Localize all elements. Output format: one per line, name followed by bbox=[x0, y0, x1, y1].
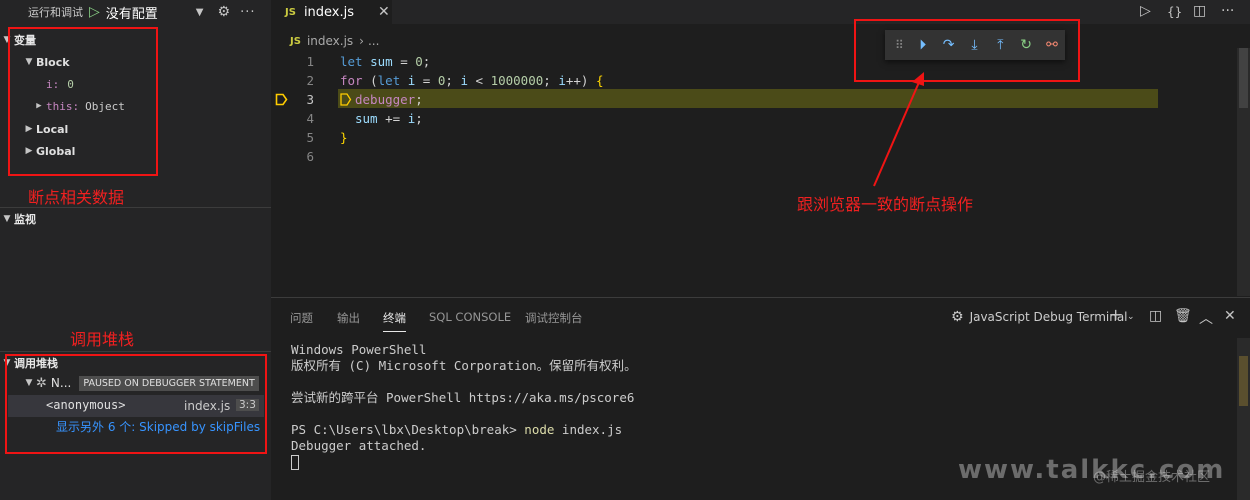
gear-icon[interactable]: ⚙ bbox=[218, 4, 231, 20]
more-icon[interactable]: ··· bbox=[1221, 3, 1234, 19]
inline-breakpoint-icon bbox=[340, 93, 352, 106]
braces-icon[interactable]: {} bbox=[1167, 5, 1182, 19]
tab-sql-console[interactable]: SQL CONSOLE bbox=[429, 310, 511, 324]
scrollbar-thumb[interactable] bbox=[1239, 48, 1248, 108]
tab-output[interactable]: 输出 bbox=[337, 310, 360, 326]
terminal-name: JavaScript Debug Terminal bbox=[969, 310, 1128, 324]
terminal-line: 版权所有 (C) Microsoft Corporation。保留所有权利。 bbox=[291, 358, 637, 373]
tab-label: index.js bbox=[303, 4, 355, 20]
terminal-cursor bbox=[291, 455, 299, 470]
debug-terminal-icon: ⚙ bbox=[951, 309, 964, 325]
tab-index-js[interactable]: JS index.js ✕ bbox=[271, 0, 392, 24]
terminal-line: 尝试新的跨平台 PowerShell https://aka.ms/pscore… bbox=[291, 390, 635, 405]
debug-sidebar: 运行和调试 ▷ 没有配置 ▼ ⚙ ··· ▼ 变量 ▼ Block i: 0 ▶… bbox=[0, 0, 271, 500]
start-debug-icon[interactable]: ▷ bbox=[89, 4, 100, 20]
run-icon[interactable]: ▷ bbox=[1140, 3, 1151, 19]
terminal-cursor-line bbox=[291, 454, 637, 470]
tab-terminal[interactable]: 终端 bbox=[383, 310, 406, 332]
editor-scrollbar[interactable] bbox=[1237, 48, 1250, 296]
plus-icon[interactable]: + bbox=[1109, 305, 1122, 324]
js-file-icon: JS bbox=[290, 35, 301, 47]
breadcrumb-more[interactable]: ... bbox=[368, 34, 379, 48]
code-line-5[interactable]: 5 } bbox=[271, 128, 1171, 147]
terminal-command-line: PS C:\Users\lbx\Desktop\break> node inde… bbox=[291, 422, 623, 437]
js-file-icon: JS bbox=[285, 6, 296, 18]
breadcrumb-file[interactable]: index.js bbox=[307, 34, 353, 48]
annotation-box-variables bbox=[8, 27, 158, 176]
config-select[interactable]: 没有配置 bbox=[106, 3, 158, 22]
chevron-down-icon[interactable]: ⌄ bbox=[1127, 312, 1135, 322]
annotation-callstack: 调用堆栈 bbox=[70, 330, 135, 349]
code-line-3[interactable]: 3 debugger; bbox=[271, 90, 1171, 109]
close-icon[interactable]: ✕ bbox=[378, 4, 390, 20]
close-icon[interactable]: ✕ bbox=[1224, 308, 1236, 324]
panel-tab-bar: 问题 输出 终端 SQL CONSOLE 调试控制台 ⚙ JavaScript … bbox=[271, 298, 1250, 336]
annotation-arrow bbox=[873, 72, 924, 187]
watch-heading: 监视 bbox=[14, 213, 36, 226]
run-debug-title: 运行和调试 bbox=[28, 6, 83, 19]
annotation-box-callstack bbox=[5, 354, 267, 454]
terminal-scrollbar[interactable] bbox=[1237, 338, 1250, 500]
breadcrumb-separator-icon: › bbox=[359, 34, 364, 48]
watermark-author: @稀土掘金技术社区 bbox=[1093, 470, 1211, 485]
terminal-line: Windows PowerShell bbox=[291, 342, 427, 357]
debug-header: 运行和调试 ▷ 没有配置 ▼ ⚙ ··· bbox=[0, 0, 271, 24]
split-terminal-icon[interactable]: ◫ bbox=[1149, 308, 1162, 324]
chevron-down-icon[interactable]: ▼ bbox=[196, 7, 204, 18]
annotation-variables: 断点相关数据 bbox=[28, 188, 125, 207]
breakpoint-paused-icon[interactable] bbox=[275, 93, 288, 106]
tab-debug-console[interactable]: 调试控制台 bbox=[525, 310, 583, 326]
chevron-down-icon: ▼ bbox=[3, 214, 11, 224]
more-icon[interactable]: ··· bbox=[240, 5, 255, 20]
code-line-6[interactable]: 6 bbox=[271, 147, 1171, 166]
terminal-output[interactable]: Windows PowerShell 版权所有 (C) Microsoft Co… bbox=[291, 342, 637, 470]
code-line-4[interactable]: 4 sum += i; bbox=[271, 109, 1171, 128]
editor-tab-bar: JS index.js ✕ ▷ {} ◫ ··· bbox=[271, 0, 1250, 24]
terminal-line: Debugger attached. bbox=[291, 438, 427, 453]
annotation-toolbar: 跟浏览器一致的断点操作 bbox=[797, 195, 974, 214]
watch-section-header[interactable]: ▼ 监视 bbox=[0, 208, 271, 230]
maximize-icon[interactable]: ︿ bbox=[1199, 308, 1213, 328]
terminal-selector[interactable]: ⚙ JavaScript Debug Terminal bbox=[951, 309, 1128, 325]
breadcrumb: JS index.js › ... bbox=[290, 32, 379, 50]
scrollbar-thumb[interactable] bbox=[1239, 356, 1248, 406]
tab-problems[interactable]: 问题 bbox=[290, 310, 313, 326]
split-editor-icon[interactable]: ◫ bbox=[1193, 3, 1206, 19]
trash-icon[interactable]: 🗑 bbox=[1174, 308, 1192, 324]
